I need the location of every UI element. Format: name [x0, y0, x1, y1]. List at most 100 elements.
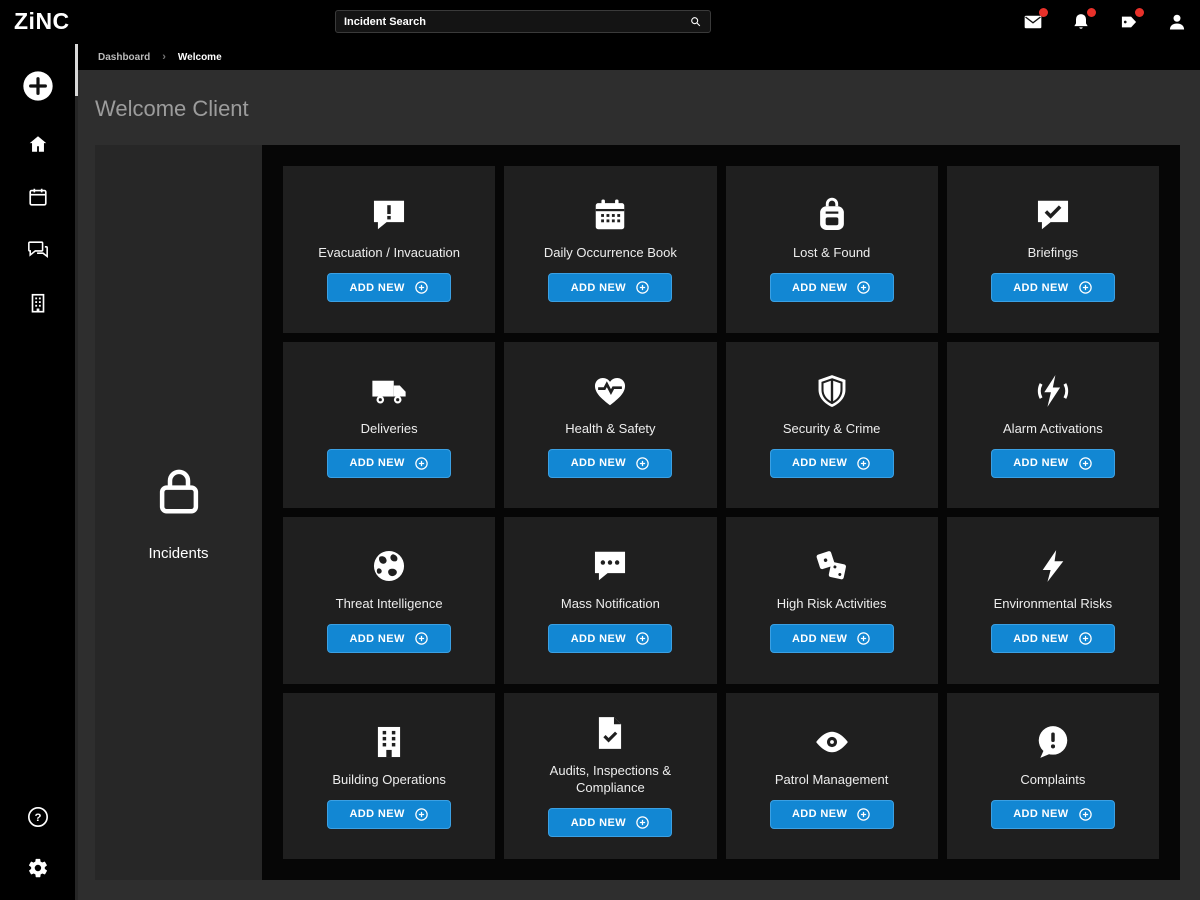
card-label: Building Operations	[332, 771, 446, 787]
add-new-label: ADD NEW	[570, 816, 627, 829]
circle-plus-icon	[414, 280, 429, 295]
add-new-label: ADD NEW	[570, 457, 627, 470]
add-new-button[interactable]: ADD NEW	[990, 799, 1115, 829]
add-new-label: ADD NEW	[349, 632, 405, 645]
add-new-button[interactable]: ADD NEW	[990, 624, 1115, 654]
dice-icon	[813, 547, 851, 585]
add-new-label: ADD NEW	[570, 281, 627, 294]
search-icon[interactable]	[689, 15, 702, 28]
incident-card: Evacuation / Invacuation ADD NEW	[283, 166, 496, 333]
circle-plus-icon	[635, 456, 650, 471]
sidebar-item-chat[interactable]	[27, 239, 49, 266]
sidebar-bottom-items: ?	[27, 806, 49, 884]
breadcrumb-welcome[interactable]: Welcome	[178, 52, 222, 63]
circle-plus-icon	[414, 807, 429, 822]
sidebar-item-help[interactable]: ?	[27, 806, 49, 833]
messages-button[interactable]	[1022, 8, 1048, 33]
top-bar: ZiNC	[0, 0, 1200, 44]
add-new-label: ADD NEW	[570, 632, 627, 645]
user-icon	[1167, 12, 1187, 32]
card-label: Health & Safety	[565, 420, 656, 436]
sidebar-item-add[interactable]	[22, 70, 54, 107]
add-new-button[interactable]: ADD NEW	[548, 448, 673, 478]
circle-plus-icon	[1078, 631, 1093, 646]
incident-cards-grid: Evacuation / Invacuation ADD NEW Daily O…	[262, 145, 1180, 880]
sidebar-item-calendar[interactable]	[27, 186, 49, 213]
add-new-button[interactable]: ADD NEW	[769, 273, 894, 303]
add-new-button[interactable]: ADD NEW	[327, 624, 452, 654]
add-new-label: ADD NEW	[1013, 808, 1069, 821]
incident-card: Security & Crime ADD NEW	[725, 341, 938, 508]
incidents-category-column: Incidents	[95, 145, 262, 880]
help-icon: ?	[27, 806, 49, 833]
add-new-button[interactable]: ADD NEW	[990, 448, 1115, 478]
sidebar-item-building[interactable]	[27, 292, 49, 319]
incident-card: High Risk Activities ADD NEW	[725, 517, 938, 684]
card-label: Lost & Found	[792, 245, 871, 261]
search-input[interactable]	[344, 15, 683, 28]
add-new-button[interactable]: ADD NEW	[548, 808, 673, 838]
card-label: Security & Crime	[782, 420, 881, 436]
circle-plus-icon	[635, 815, 650, 830]
add-new-button[interactable]: ADD NEW	[769, 799, 894, 829]
incident-search	[335, 10, 711, 33]
sidebar-item-settings[interactable]	[27, 857, 49, 884]
gear-icon	[27, 857, 49, 884]
add-new-button[interactable]: ADD NEW	[327, 448, 452, 478]
scrollbar-track[interactable]	[75, 44, 78, 900]
card-label: High Risk Activities	[776, 596, 887, 612]
circle-plus-icon	[635, 631, 650, 646]
alarm-bolt-icon	[1034, 372, 1072, 410]
circle-plus-icon	[856, 280, 871, 295]
notifications-button[interactable]	[1070, 8, 1096, 33]
card-label: Audits, Inspections & Compliance	[549, 763, 672, 796]
profile-button[interactable]	[1166, 11, 1188, 33]
incidents-panel: Incidents Evacuation / Invacuation ADD N…	[95, 145, 1180, 880]
add-new-label: ADD NEW	[1013, 457, 1069, 470]
incident-card: Deliveries ADD NEW	[283, 341, 496, 508]
circle-plus-icon	[856, 456, 871, 471]
card-label: Briefings	[1027, 245, 1079, 261]
shield-icon	[813, 372, 851, 410]
calendar-icon	[27, 186, 49, 213]
scrollbar-thumb[interactable]	[75, 44, 78, 96]
add-new-button[interactable]: ADD NEW	[548, 624, 673, 654]
circle-plus-icon	[856, 807, 871, 822]
add-new-button[interactable]: ADD NEW	[548, 273, 673, 303]
add-new-button[interactable]: ADD NEW	[327, 273, 452, 303]
notification-badge	[1087, 8, 1096, 17]
lock-icon	[152, 464, 206, 523]
add-new-label: ADD NEW	[791, 632, 848, 645]
add-new-button[interactable]: ADD NEW	[327, 799, 452, 829]
circle-plus-icon	[635, 280, 650, 295]
speech-check-icon	[1034, 196, 1072, 234]
main-content: Welcome Client Incidents Evacuation / In…	[78, 70, 1200, 900]
circle-plus-icon	[1078, 280, 1093, 295]
card-label: Evacuation / Invacuation	[318, 245, 460, 261]
notification-badge	[1135, 8, 1144, 17]
add-new-button[interactable]: ADD NEW	[990, 273, 1115, 303]
circle-plus-icon	[414, 456, 429, 471]
breadcrumb-separator-icon: ›	[162, 51, 166, 63]
occurrence-calendar-icon	[591, 196, 629, 234]
circle-plus-icon	[414, 631, 429, 646]
tickets-button[interactable]	[1118, 8, 1144, 33]
breadcrumb-dashboard[interactable]: Dashboard	[98, 52, 150, 63]
card-label: Daily Occurrence Book	[543, 245, 677, 261]
home-icon	[27, 133, 49, 160]
card-label: Alarm Activations	[1003, 420, 1103, 436]
card-label: Mass Notification	[560, 596, 660, 612]
incident-card: Building Operations ADD NEW	[283, 692, 496, 859]
add-new-label: ADD NEW	[791, 808, 848, 821]
add-new-label: ADD NEW	[1013, 281, 1069, 294]
add-new-button[interactable]: ADD NEW	[769, 624, 894, 654]
incident-card: Patrol Management ADD NEW	[725, 692, 938, 859]
plus-circle-icon	[22, 70, 54, 107]
add-new-button[interactable]: ADD NEW	[769, 448, 894, 478]
incident-card: Threat Intelligence ADD NEW	[283, 517, 496, 684]
sidebar-item-home[interactable]	[27, 133, 49, 160]
circle-plus-icon	[1078, 456, 1093, 471]
building-icon	[27, 292, 49, 319]
bolt-icon	[1034, 547, 1072, 585]
incident-card: Daily Occurrence Book ADD NEW	[504, 166, 717, 333]
